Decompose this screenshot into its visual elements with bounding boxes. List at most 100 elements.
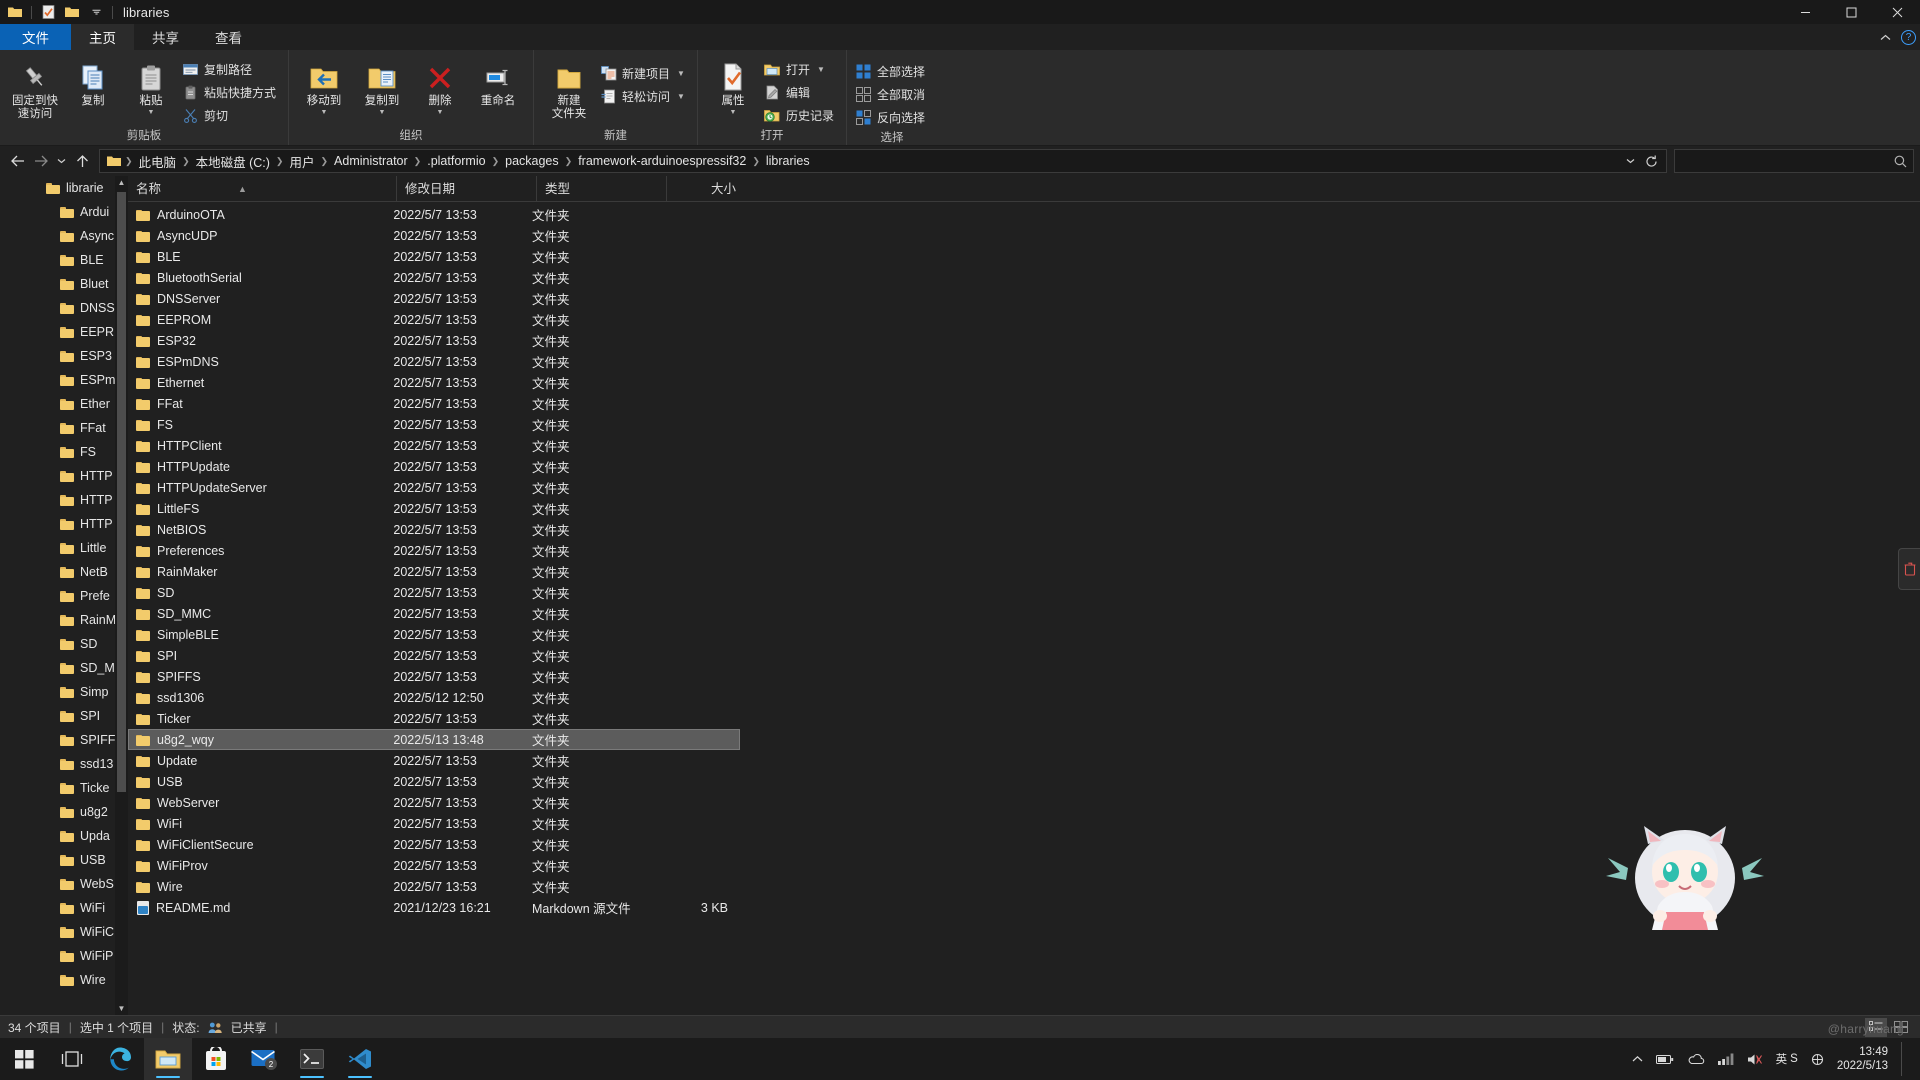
nav-tree-item[interactable]: Little	[0, 536, 128, 560]
breadcrumb-item-4[interactable]: .platformio	[422, 154, 490, 168]
arrow-right-icon[interactable]	[30, 149, 52, 173]
table-row[interactable]: ESPmDNS 2022/5/7 13:53 文件夹	[128, 351, 740, 372]
table-row[interactable]: SD 2022/5/7 13:53 文件夹	[128, 582, 740, 603]
breadcrumb-item-6[interactable]: framework-arduinoespressif32	[573, 154, 751, 168]
nav-tree-item[interactable]: Simp	[0, 680, 128, 704]
chevron-down-icon[interactable]: ▼	[379, 109, 386, 116]
nav-tree-item[interactable]: RainM	[0, 608, 128, 632]
table-row[interactable]: SimpleBLE 2022/5/7 13:53 文件夹	[128, 624, 740, 645]
new-item-button[interactable]: 新建项目 ▼	[598, 62, 691, 85]
new-folder-button[interactable]: 新建 文件夹	[540, 54, 598, 121]
terminal-icon[interactable]	[288, 1038, 336, 1080]
table-row[interactable]: WiFiProv 2022/5/7 13:53 文件夹	[128, 855, 740, 876]
navigation-scrollbar[interactable]: ▲ ▼	[115, 176, 128, 1015]
table-row[interactable]: Ticker 2022/5/7 13:53 文件夹	[128, 708, 740, 729]
nav-tree-item[interactable]: DNSS	[0, 296, 128, 320]
maximize-icon[interactable]	[1828, 0, 1874, 24]
edge-browser-icon[interactable]	[96, 1038, 144, 1080]
nav-tree-item[interactable]: EEPR	[0, 320, 128, 344]
network-icon[interactable]	[1717, 1053, 1734, 1065]
tab-file[interactable]: 文件	[0, 24, 71, 50]
nav-tree-item[interactable]: Ether	[0, 392, 128, 416]
table-row[interactable]: RainMaker 2022/5/7 13:53 文件夹	[128, 561, 740, 582]
volume-icon[interactable]	[1747, 1053, 1763, 1066]
edit-button[interactable]: 编辑	[762, 81, 840, 104]
cut-button[interactable]: 剪切	[180, 104, 282, 127]
nav-tree-item[interactable]: Upda	[0, 824, 128, 848]
task-view-icon[interactable]	[48, 1038, 96, 1080]
table-row[interactable]: Wire 2022/5/7 13:53 文件夹	[128, 876, 740, 897]
table-row[interactable]: WebServer 2022/5/7 13:53 文件夹	[128, 792, 740, 813]
tab-share[interactable]: 共享	[134, 24, 197, 50]
folder-icon[interactable]	[4, 1, 26, 23]
table-row[interactable]: Ethernet 2022/5/7 13:53 文件夹	[128, 372, 740, 393]
table-row[interactable]: NetBIOS 2022/5/7 13:53 文件夹	[128, 519, 740, 540]
paste-shortcut-button[interactable]: 粘贴快捷方式	[180, 81, 282, 104]
nav-tree-item[interactable]: NetB	[0, 560, 128, 584]
move-to-button[interactable]: 移动到 ▼	[295, 54, 353, 116]
nav-tree-item[interactable]: SPI	[0, 704, 128, 728]
nav-tree-item[interactable]: Wire	[0, 968, 128, 992]
chevron-down-icon[interactable]: ▼	[148, 109, 155, 116]
table-row[interactable]: DNSServer 2022/5/7 13:53 文件夹	[128, 288, 740, 309]
ime-settings-icon[interactable]	[1811, 1053, 1824, 1066]
paste-button[interactable]: 粘贴 ▼	[122, 54, 180, 116]
arrow-up-icon[interactable]	[71, 149, 93, 173]
nav-tree-item[interactable]: WiFiC	[0, 920, 128, 944]
column-header-name[interactable]: 名称 ▲	[128, 176, 396, 202]
copy-to-button[interactable]: 复制到 ▼	[353, 54, 411, 116]
nav-tree-item[interactable]: HTTP	[0, 512, 128, 536]
properties-icon[interactable]	[37, 1, 59, 23]
minimize-icon[interactable]	[1782, 0, 1828, 24]
nav-tree-item[interactable]: SPIFF	[0, 728, 128, 752]
nav-tree-item[interactable]: Ticke	[0, 776, 128, 800]
breadcrumb[interactable]: ❯ 此电脑 ❯ 本地磁盘 (C:) ❯ 用户 ❯ Administrator ❯…	[99, 149, 1667, 173]
table-row[interactable]: USB 2022/5/7 13:53 文件夹	[128, 771, 740, 792]
table-row[interactable]: LittleFS 2022/5/7 13:53 文件夹	[128, 498, 740, 519]
select-all-button[interactable]: 全部选择	[853, 60, 931, 83]
nav-tree-item[interactable]: ESP3	[0, 344, 128, 368]
chevron-down-icon[interactable]	[1626, 158, 1635, 164]
breadcrumb-item-5[interactable]: packages	[500, 154, 564, 168]
open-button[interactable]: 打开 ▼	[762, 58, 840, 81]
chevron-down-icon[interactable]: ▼	[437, 109, 444, 116]
table-row[interactable]: u8g2_wqy 2022/5/13 13:48 文件夹	[128, 729, 740, 750]
nav-tree-item[interactable]: HTTP	[0, 464, 128, 488]
history-button[interactable]: 历史记录	[762, 104, 840, 127]
ime-language-indicator[interactable]: 英 S	[1776, 1051, 1798, 1067]
nav-tree-item[interactable]: u8g2	[0, 800, 128, 824]
table-row[interactable]: FS 2022/5/7 13:53 文件夹	[128, 414, 740, 435]
table-row[interactable]: FFat 2022/5/7 13:53 文件夹	[128, 393, 740, 414]
chevron-down-icon[interactable]: ▼	[677, 69, 685, 78]
scroll-down-icon[interactable]: ▼	[115, 1002, 128, 1015]
nav-tree-item[interactable]: SD_M	[0, 656, 128, 680]
properties-button[interactable]: 属性 ▼	[704, 54, 762, 116]
refresh-icon[interactable]	[1645, 155, 1658, 168]
search-input[interactable]	[1674, 149, 1914, 173]
table-row[interactable]: EEPROM 2022/5/7 13:53 文件夹	[128, 309, 740, 330]
table-row[interactable]: SD_MMC 2022/5/7 13:53 文件夹	[128, 603, 740, 624]
chevron-down-icon[interactable]: ▼	[729, 109, 736, 116]
breadcrumb-item-1[interactable]: 本地磁盘 (C:)	[191, 152, 275, 171]
breadcrumb-item-7[interactable]: libraries	[761, 154, 815, 168]
nav-tree-item[interactable]: BLE	[0, 248, 128, 272]
onedrive-icon[interactable]	[1687, 1053, 1705, 1065]
breadcrumb-folder-icon[interactable]	[104, 155, 124, 167]
table-row[interactable]: WiFiClientSecure 2022/5/7 13:53 文件夹	[128, 834, 740, 855]
recent-locations-chevron-down-icon[interactable]	[54, 149, 69, 173]
chevron-down-icon[interactable]: ▼	[677, 92, 685, 101]
tab-view[interactable]: 查看	[197, 24, 260, 50]
table-row[interactable]: ArduinoOTA 2022/5/7 13:53 文件夹	[128, 204, 740, 225]
nav-tree-item[interactable]: USB	[0, 848, 128, 872]
nav-tree-item[interactable]: HTTP	[0, 488, 128, 512]
chevron-up-icon[interactable]	[1880, 34, 1891, 41]
table-row[interactable]: Update 2022/5/7 13:53 文件夹	[128, 750, 740, 771]
nav-tree-item[interactable]: WiFiP	[0, 944, 128, 968]
windows-start-icon[interactable]	[0, 1038, 48, 1080]
breadcrumb-item-2[interactable]: 用户	[284, 152, 319, 171]
scroll-thumb[interactable]	[117, 192, 126, 792]
vscode-icon[interactable]	[336, 1038, 384, 1080]
table-row[interactable]: HTTPUpdate 2022/5/7 13:53 文件夹	[128, 456, 740, 477]
nav-tree-item[interactable]: Bluet	[0, 272, 128, 296]
taskbar-clock[interactable]: 13:49 2022/5/13	[1837, 1045, 1888, 1073]
